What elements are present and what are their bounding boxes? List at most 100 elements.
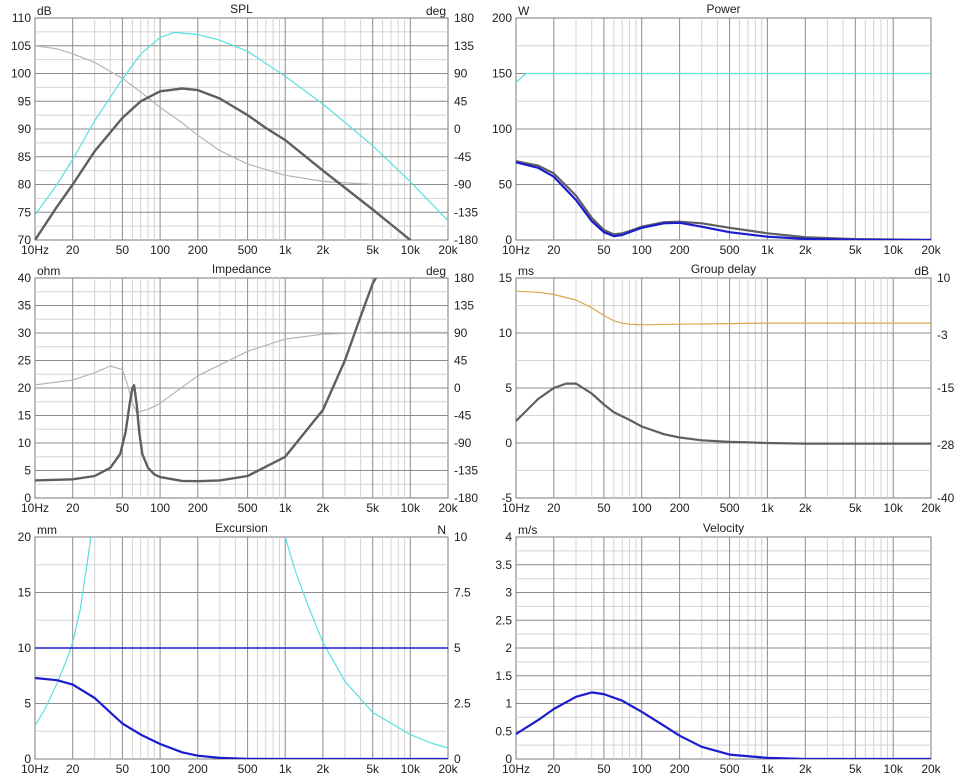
chart-title: Power [706, 2, 740, 16]
x-tick-label: 50 [116, 762, 130, 776]
x-tick-label: 5k [366, 243, 380, 257]
x-tick-label: 10k [884, 243, 904, 257]
chart-title: Excursion [215, 521, 268, 535]
y-tick-label: 15 [18, 409, 32, 423]
x-tick-label: 5k [366, 762, 380, 776]
y2-tick-label: 10 [454, 530, 468, 544]
y-tick-label: 0 [24, 752, 31, 766]
y2-axis-unit: deg [426, 264, 446, 278]
y-axis-unit: dB [37, 4, 52, 18]
y2-tick-label: 0 [454, 381, 461, 395]
x-tick-label: 2k [799, 501, 813, 515]
x-tick-label: 500 [720, 243, 740, 257]
x-tick-label: 2k [317, 762, 331, 776]
y-axis-unit: mm [37, 523, 57, 537]
y-tick-label: 4 [505, 530, 512, 544]
y-tick-label: 5 [505, 381, 512, 395]
y2-tick-label: 10 [937, 271, 951, 285]
y-tick-label: 40 [18, 271, 32, 285]
y2-tick-label: 180 [454, 11, 474, 25]
x-tick-label: 200 [670, 762, 690, 776]
y2-tick-label: -135 [454, 464, 478, 478]
y-tick-label: 50 [499, 178, 513, 192]
y-tick-label: 2 [505, 641, 512, 655]
y-tick-label: 80 [18, 178, 32, 192]
chart-impedance: 10Hz 20 50 100 200 500 1k 2k 5k 10k 20k05101520253… [18, 262, 479, 515]
x-tick-label: 2k [799, 762, 813, 776]
y-tick-label: 35 [18, 299, 32, 313]
x-tick-label: 50 [597, 762, 611, 776]
x-tick-label: 50 [116, 243, 130, 257]
y-axis-unit: ohm [37, 264, 60, 278]
chart-title: SPL [230, 2, 253, 16]
x-tick-label: 50 [597, 501, 611, 515]
y-axis-unit: ms [518, 264, 534, 278]
y-tick-label: 75 [18, 205, 32, 219]
y2-tick-label: -45 [454, 150, 472, 164]
y-tick-label: 20 [18, 530, 32, 544]
chart-excursion: 10Hz 20 50 100 200 500 1k 2k 5k 10k 20k0510152002.… [18, 521, 471, 776]
x-tick-label: 1k [761, 762, 775, 776]
x-tick-label: 10k [401, 243, 421, 257]
y-tick-label: 0 [505, 752, 512, 766]
x-tick-label: 200 [188, 762, 208, 776]
y-tick-label: 100 [11, 67, 31, 81]
x-tick-label: 10k [884, 501, 904, 515]
x-tick-label: 10k [884, 762, 904, 776]
y2-axis-unit: dB [914, 264, 929, 278]
y-tick-label: 200 [492, 11, 512, 25]
y-tick-label: 0 [505, 436, 512, 450]
x-tick-label: 20 [66, 762, 80, 776]
y-tick-label: 90 [18, 122, 32, 136]
y2-tick-label: -45 [454, 409, 472, 423]
y2-tick-label: 45 [454, 354, 468, 368]
x-tick-label: 10k [401, 501, 421, 515]
y-tick-label: 15 [499, 271, 513, 285]
y2-tick-label: -180 [454, 233, 478, 247]
y-tick-label: 5 [24, 697, 31, 711]
y-tick-label: 20 [18, 381, 32, 395]
y-axis-unit: m/s [518, 523, 537, 537]
x-tick-label: 20 [66, 243, 80, 257]
y2-tick-label: 90 [454, 326, 468, 340]
chart-title: Impedance [212, 262, 272, 276]
x-tick-label: 2k [317, 243, 331, 257]
x-tick-label: 1k [279, 762, 293, 776]
y-tick-label: 150 [492, 67, 512, 81]
y2-axis-unit: deg [426, 4, 446, 18]
x-tick-label: 200 [670, 501, 690, 515]
y-tick-label: 5 [24, 464, 31, 478]
chart-dashboard: 10Hz 20 50 100 200 500 1k 2k 5k 10k 20k70758085909… [11, 2, 955, 776]
x-tick-label: 100 [632, 501, 652, 515]
x-tick-label: 1k [279, 501, 293, 515]
y-tick-label: 10 [18, 641, 32, 655]
y-tick-label: 110 [12, 11, 31, 25]
x-tick-label: 100 [632, 243, 652, 257]
y2-tick-label: 5 [454, 641, 461, 655]
x-tick-label: 50 [597, 243, 611, 257]
x-tick-label: 10k [401, 762, 421, 776]
x-tick-label: 500 [238, 762, 258, 776]
y-tick-label: 85 [18, 150, 32, 164]
y2-tick-label: -135 [454, 205, 478, 219]
x-tick-label: 100 [150, 762, 170, 776]
y-tick-label: 25 [18, 354, 32, 368]
y-tick-label: 105 [11, 39, 31, 53]
x-tick-label: 20k [921, 762, 941, 776]
x-tick-label: 20 [547, 762, 561, 776]
y2-tick-label: -180 [454, 491, 478, 505]
x-tick-label: 2k [799, 243, 813, 257]
x-tick-label: 5k [849, 243, 863, 257]
y2-tick-label: 135 [454, 39, 474, 53]
x-tick-label: 5k [366, 501, 380, 515]
y2-tick-label: 0 [454, 122, 461, 136]
x-tick-label: 200 [188, 243, 208, 257]
x-tick-label: 100 [150, 243, 170, 257]
y-tick-label: 1 [505, 697, 512, 711]
y-tick-label: 100 [492, 122, 512, 136]
x-tick-label: 2k [317, 501, 331, 515]
y2-tick-label: 90 [454, 67, 468, 81]
y2-tick-label: -90 [454, 436, 472, 450]
y2-tick-label: -15 [937, 381, 955, 395]
y-tick-label: 30 [18, 326, 32, 340]
